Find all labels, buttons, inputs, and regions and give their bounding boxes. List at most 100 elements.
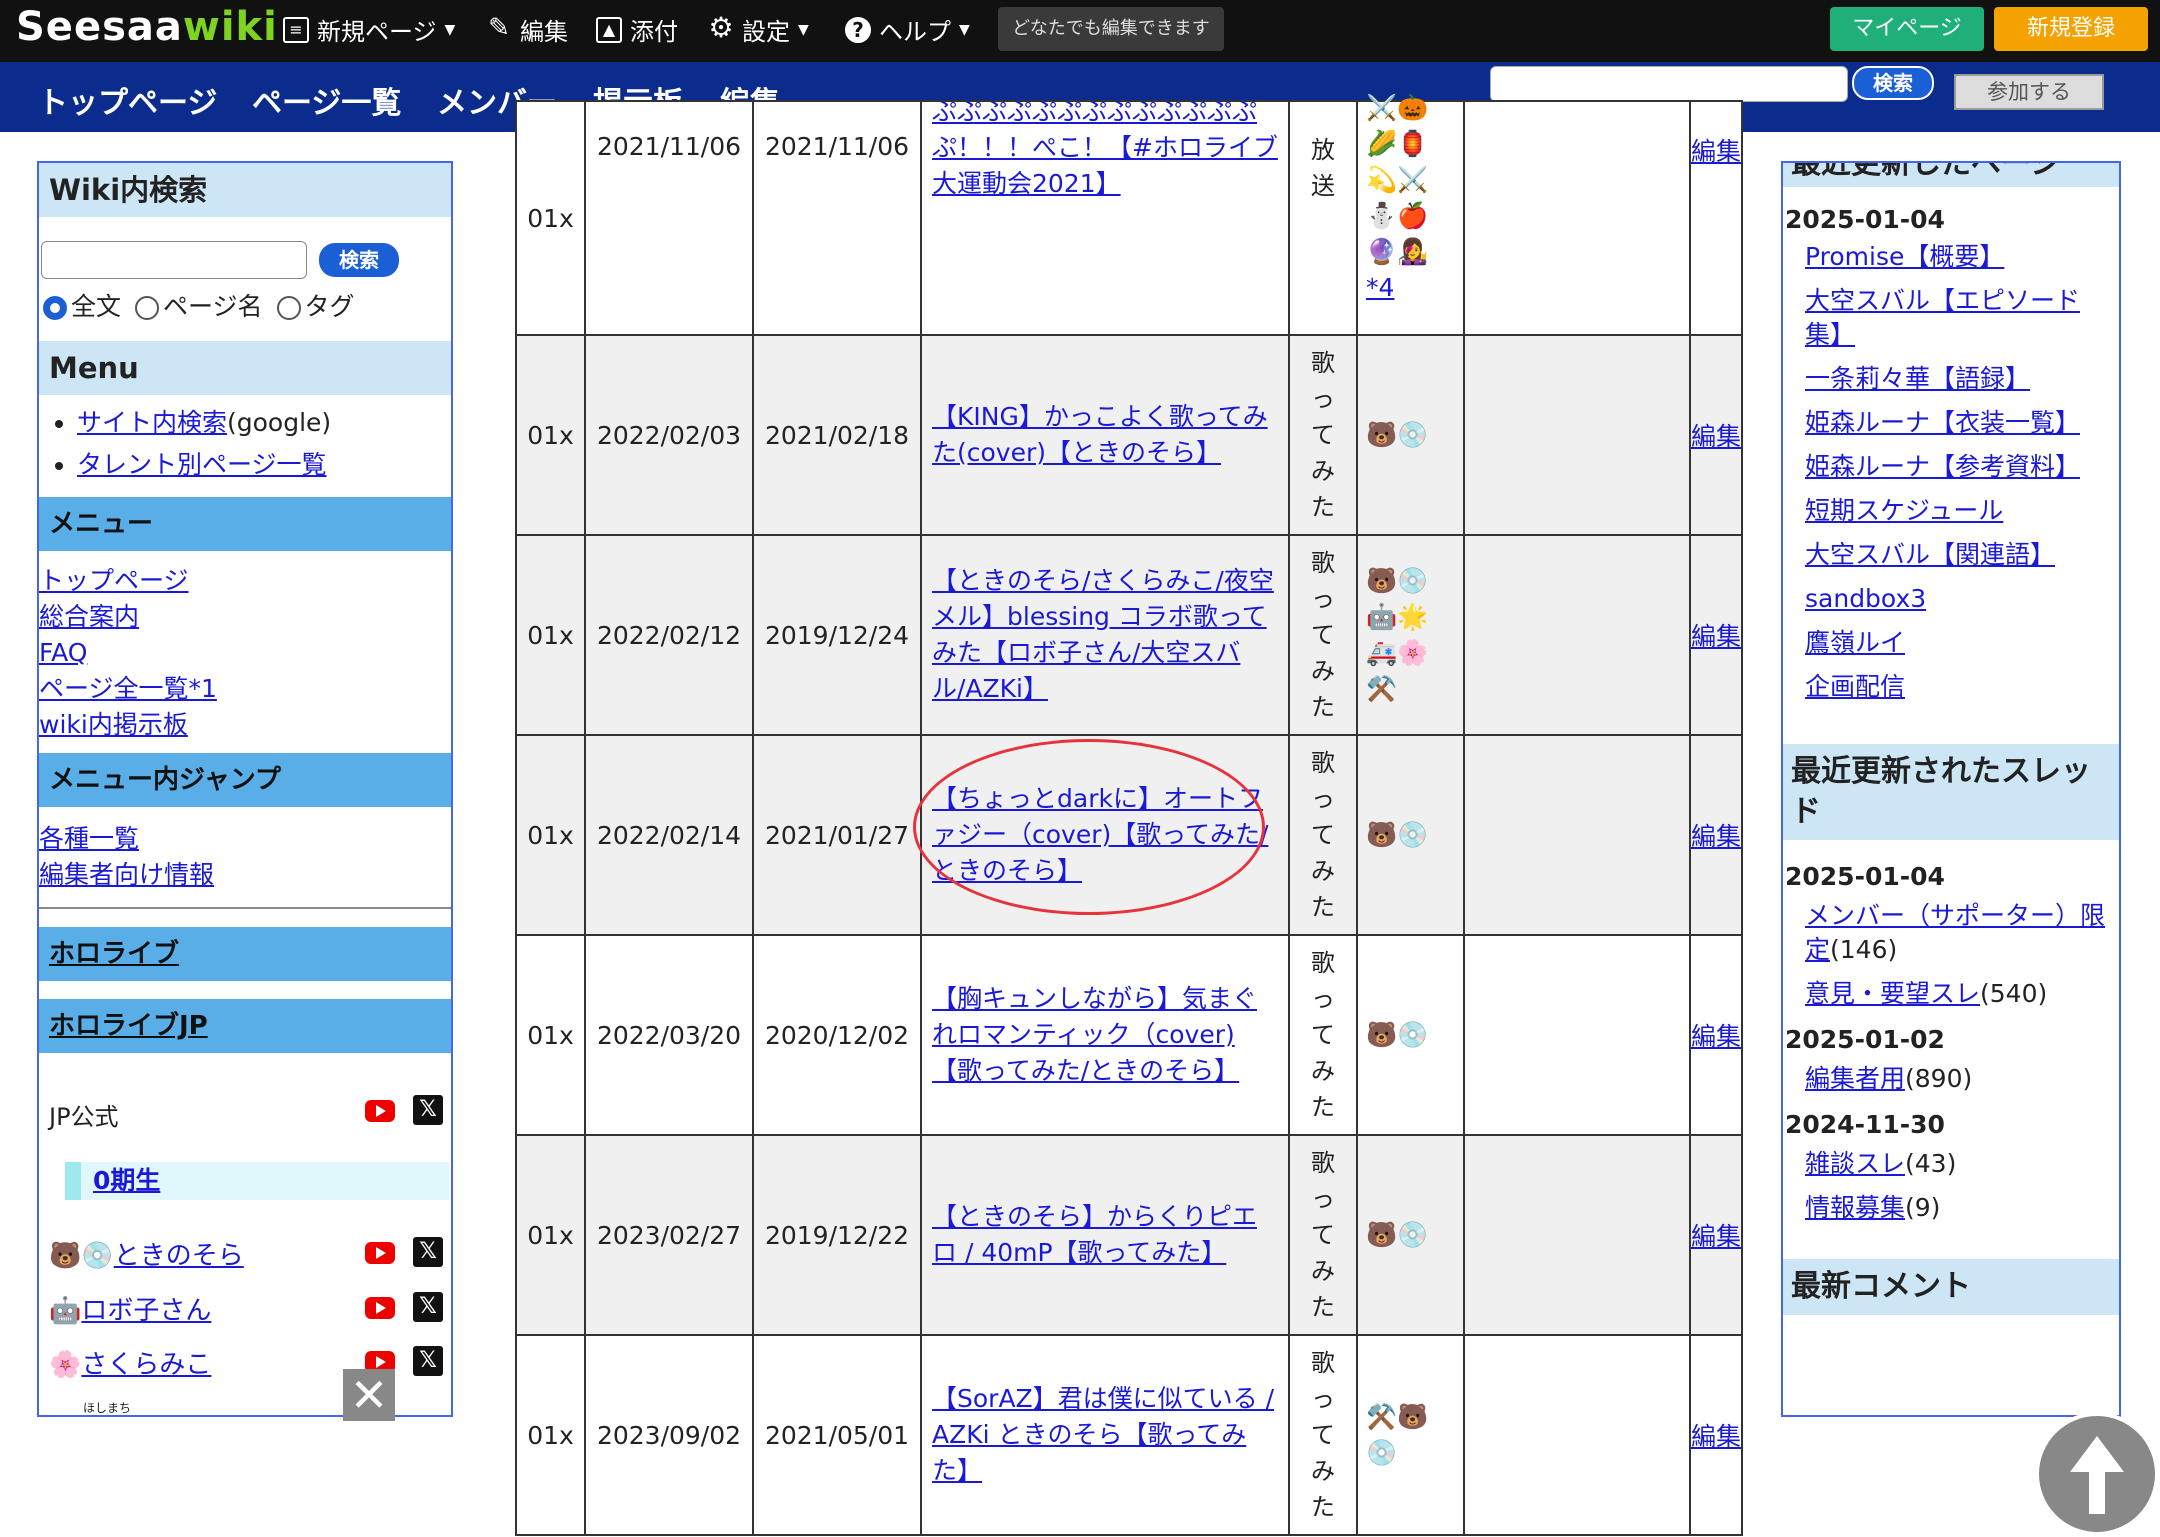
kind-label: 歌ってみた: [1311, 949, 1335, 1121]
table-row: 01x 2022/02/03 2021/02/18 【KING】かっこよく歌って…: [515, 334, 1743, 536]
row-edit-link[interactable]: 編集: [1691, 822, 1741, 851]
close-icon[interactable]: ✕: [343, 1369, 395, 1421]
recent-page-link[interactable]: 姫森ルーナ【衣装一覧】: [1805, 408, 2080, 437]
recent-page-link[interactable]: 姫森ルーナ【参考資料】: [1805, 452, 2080, 481]
recent-page-link[interactable]: 一条莉々華【語録】: [1805, 364, 2030, 393]
menu-faq-link[interactable]: FAQ: [39, 638, 87, 667]
mypage-button[interactable]: マイページ: [1830, 7, 1984, 51]
thread-link[interactable]: 雑談スレ: [1805, 1149, 1905, 1178]
date-cell: 2019/12/24: [752, 534, 922, 736]
radio-tag[interactable]: タグ: [276, 287, 355, 323]
edit-cell: 編集: [1689, 1334, 1743, 1536]
table-row: 01x 2023/09/02 2021/05/01 【SorAZ】君は僕に似てい…: [515, 1334, 1743, 1536]
radio-label: 全文: [71, 292, 122, 321]
wiki-search-heading: Wiki内検索: [39, 163, 451, 217]
blank-cell: [1463, 100, 1691, 336]
jump-lists-link[interactable]: 各種一覧: [39, 824, 139, 853]
row-edit-link[interactable]: 編集: [1691, 422, 1741, 451]
thread-link[interactable]: 編集者用: [1805, 1064, 1905, 1093]
recent-pages-list: Promise【概要】 大空スバル【エピソード集】 一条莉々華【語録】 姫森ルー…: [1783, 240, 2119, 704]
wiki-search-input[interactable]: [41, 241, 307, 279]
radio-label: タグ: [304, 292, 355, 321]
gen0-link[interactable]: 0期生: [93, 1166, 160, 1195]
signup-button[interactable]: 新規登録: [1994, 7, 2148, 51]
recent-page-link[interactable]: sandbox3: [1805, 584, 1926, 613]
help-menu[interactable]: ? ヘルプ ▼: [845, 12, 970, 47]
edit-cell: 編集: [1689, 734, 1743, 936]
scroll-to-top-button[interactable]: [2035, 1412, 2159, 1536]
date-cell: 2021/02/18: [752, 334, 922, 536]
talent-link[interactable]: ときのそら: [114, 1241, 244, 1271]
x-icon[interactable]: 𝕏: [413, 1292, 443, 1322]
radio-pagename[interactable]: ページ名: [135, 287, 263, 323]
youtube-icon[interactable]: [365, 1242, 395, 1264]
row-edit-link[interactable]: 編集: [1691, 1022, 1741, 1051]
thread-link[interactable]: 意見・要望スレ: [1805, 979, 1980, 1008]
help-label: ヘルプ: [879, 18, 951, 46]
row-edit-link[interactable]: 編集: [1691, 137, 1741, 166]
recent-page-link[interactable]: 大空スバル【関連語】: [1805, 540, 2055, 569]
row-edit-link[interactable]: 編集: [1691, 1222, 1741, 1251]
jump-editor-info-link[interactable]: 編集者向け情報: [39, 860, 214, 889]
seesaa-wiki-logo[interactable]: Seesaawiki: [16, 4, 278, 50]
menu-bbs-link[interactable]: wiki内掲示板: [39, 710, 188, 739]
menu-top-page-link[interactable]: トップページ: [39, 566, 189, 595]
row-edit-link[interactable]: 編集: [1691, 622, 1741, 651]
hololive-jp-link[interactable]: ホロライブJP: [49, 1011, 208, 1041]
recent-page-link[interactable]: 鷹嶺ルイ: [1805, 628, 1905, 657]
video-title-link[interactable]: 【ときのそら/さくらみこ/夜空メル】blessing コラボ歌ってみた【ロボ子さ…: [932, 566, 1274, 703]
nav-page-list[interactable]: ページ一覧: [252, 78, 401, 122]
new-page-menu[interactable]: ≡ 新規ページ ▼: [283, 12, 455, 47]
title-cell: 【ときのそら/さくらみこ/夜空メル】blessing コラボ歌ってみた【ロボ子さ…: [920, 534, 1290, 736]
jp-official-label: JP公式: [49, 1103, 119, 1131]
settings-menu[interactable]: ⚙ 設定 ▼: [708, 12, 808, 47]
x-icon[interactable]: 𝕏: [413, 1095, 443, 1125]
attach-button[interactable]: ▲ 添付: [596, 12, 678, 47]
video-title-link[interactable]: ぷぷぷぷぷぷぷぷぷぷぷぷぷぷ！！！ぺこ！【#ホロライブ大運動会2021】: [932, 97, 1278, 198]
thread-date: 2025-01-02: [1785, 1025, 1945, 1054]
youtube-icon[interactable]: [365, 1297, 395, 1319]
radio-fulltext[interactable]: 全文: [43, 287, 121, 323]
thread-link[interactable]: 情報募集: [1805, 1193, 1905, 1222]
date-cell: 2021/11/06: [584, 100, 754, 336]
video-title-link[interactable]: 【ときのそら】からくりピエロ / 40mP【歌ってみた】: [932, 1202, 1257, 1267]
menu-guide-link[interactable]: 総合案内: [39, 602, 139, 631]
youtube-icon[interactable]: [365, 1100, 395, 1122]
site-search-link[interactable]: サイト内検索: [77, 408, 227, 437]
talent-link[interactable]: さくらみこ: [81, 1350, 211, 1380]
date-cell: 2021/11/06: [752, 100, 922, 336]
video-title-link[interactable]: 【SorAZ】君は僕に似ている / AZKi ときのそら【歌ってみた】: [932, 1384, 1274, 1485]
talent-pages-link[interactable]: タレント別ページ一覧: [77, 450, 327, 479]
new-page-label: 新規ページ: [317, 18, 437, 46]
recent-page-link[interactable]: Promise【概要】: [1805, 242, 2004, 271]
table-row: 01x 2021/11/06 2021/11/06 ぷぷぷぷぷぷぷぷぷぷぷぷぷぷ…: [515, 93, 1743, 336]
join-button[interactable]: 参加する: [1954, 74, 2104, 110]
edit-button[interactable]: ✎ 編集: [486, 12, 568, 47]
video-title-link[interactable]: 【胸キュンしながら】気まぐれロマンティック（cover)【歌ってみた/ときのそら…: [932, 984, 1257, 1085]
logo-wiki-text: wiki: [182, 4, 278, 50]
nav-search-button[interactable]: 検索: [1852, 66, 1934, 100]
nav-search-input[interactable]: [1490, 66, 1848, 102]
kind-label: 歌ってみた: [1311, 749, 1335, 921]
title-cell: 【KING】かっこよく歌ってみた(cover)【ときのそら】: [920, 334, 1290, 536]
talent-link[interactable]: ロボ子さん: [81, 1296, 211, 1326]
row-edit-link[interactable]: 編集: [1691, 1422, 1741, 1451]
footnote-link[interactable]: *4: [1366, 273, 1394, 302]
nav-top-page[interactable]: トップページ: [38, 78, 217, 122]
radio-icon: [135, 296, 160, 320]
wiki-search-button[interactable]: 検索: [319, 243, 399, 277]
recent-page-link[interactable]: 大空スバル【エピソード集】: [1805, 286, 2080, 349]
emoji-cell: 🐻💿: [1356, 934, 1465, 1136]
date-cell: 2023/02/27: [584, 1134, 754, 1336]
menu-all-pages-link[interactable]: ページ全一覧*1: [39, 674, 217, 703]
recent-page-link[interactable]: 短期スケジュール: [1805, 496, 2003, 525]
x-icon[interactable]: 𝕏: [413, 1346, 443, 1376]
kind-label: 歌ってみた: [1311, 1149, 1335, 1321]
edit-label: 編集: [520, 18, 568, 46]
gen-cell: 01x: [515, 1334, 586, 1536]
recent-page-link[interactable]: 企画配信: [1805, 672, 1905, 701]
video-title-link[interactable]: 【KING】かっこよく歌ってみた(cover)【ときのそら】: [932, 402, 1268, 467]
hololive-link[interactable]: ホロライブ: [49, 939, 179, 969]
radio-icon: [276, 296, 301, 320]
x-icon[interactable]: 𝕏: [413, 1237, 443, 1267]
